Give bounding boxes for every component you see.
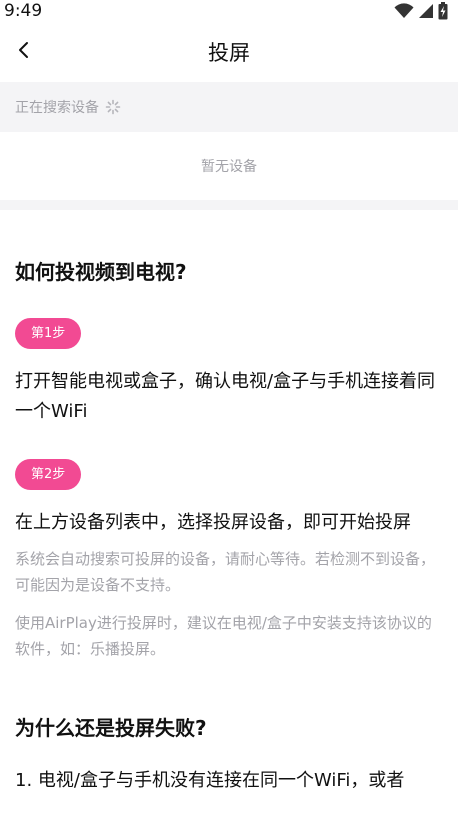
status-bar: 9:49 bbox=[0, 0, 458, 22]
empty-text: 暂无设备 bbox=[201, 159, 257, 175]
device-list-empty: 暂无设备 bbox=[0, 132, 458, 200]
status-time: 9:49 bbox=[4, 1, 43, 21]
signal-icon bbox=[418, 3, 434, 19]
nav-bar: 投屏 bbox=[0, 22, 458, 82]
step-badge: 第1步 bbox=[15, 318, 82, 349]
wifi-icon bbox=[394, 3, 414, 19]
step-text: 在上方设备列表中，选择投屏设备，即可开始投屏 bbox=[15, 512, 411, 533]
back-button[interactable] bbox=[10, 38, 38, 66]
step-1: 第1步 打开智能电视或盒子，确认电视/盒子与手机连接着同一个WiFi bbox=[15, 286, 443, 427]
help-title: 如何投视频到电视? bbox=[15, 260, 187, 284]
help-note: 使用AirPlay进行投屏时，建议在电视/盒子中安装支持该协议的软件，如：乐播投… bbox=[15, 614, 432, 658]
section-divider bbox=[0, 200, 458, 210]
battery-charging-icon bbox=[438, 2, 448, 20]
help-note: 系统会自动搜索可投屏的设备，请耐心等待。若检测不到设备，可能因为是设备不支持。 bbox=[15, 550, 436, 594]
page-title: 投屏 bbox=[208, 41, 250, 65]
device-search-status: 正在搜索设备 bbox=[0, 82, 458, 132]
chevron-left-icon bbox=[17, 41, 31, 63]
step-text: 打开智能电视或盒子，确认电视/盒子与手机连接着同一个WiFi bbox=[15, 371, 436, 422]
help-section: 如何投视频到电视? 第1步 打开智能电视或盒子，确认电视/盒子与手机连接着同一个… bbox=[0, 210, 458, 796]
search-status-label: 正在搜索设备 bbox=[15, 100, 99, 116]
step-2: 第2步 在上方设备列表中，选择投屏设备，即可开始投屏 bbox=[15, 427, 443, 538]
status-icons bbox=[394, 2, 448, 20]
fail-title: 为什么还是投屏失败? bbox=[15, 716, 207, 740]
loading-spinner-icon bbox=[105, 99, 121, 115]
fail-reason-item: 1. 电视/盒子与手机没有连接在同一个WiFi，或者 bbox=[15, 770, 405, 791]
step-badge: 第2步 bbox=[15, 459, 82, 490]
